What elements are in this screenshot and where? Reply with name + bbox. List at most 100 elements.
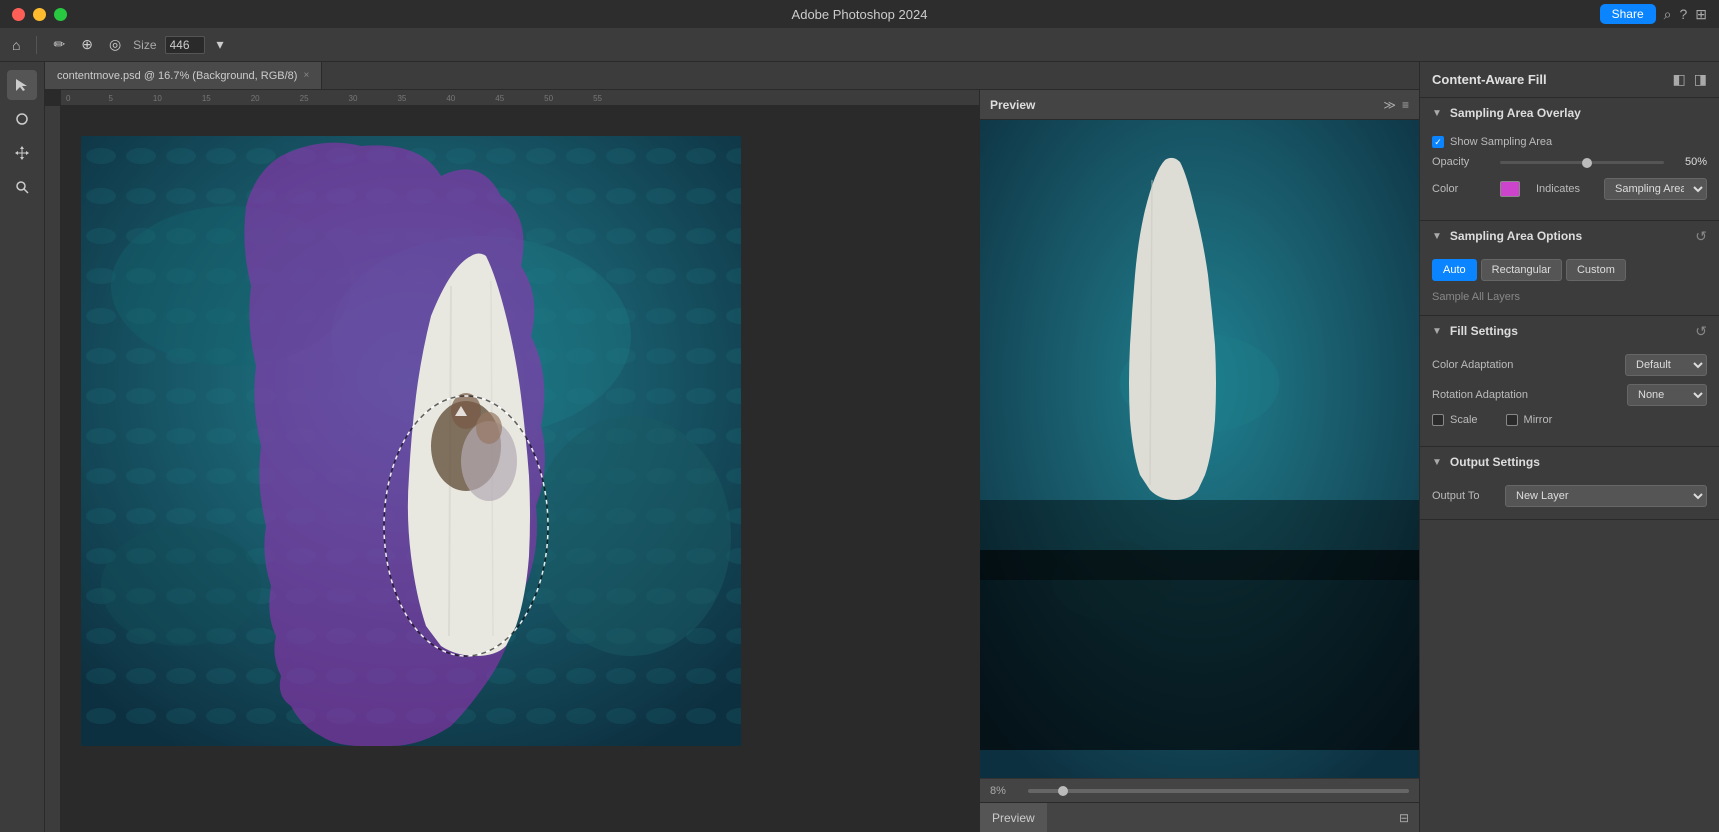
show-sampling-row: Show Sampling Area [1432,136,1707,148]
fill-settings-section: ▼ Fill Settings ↺ Color Adaptation Defau… [1420,316,1719,447]
rotation-adaptation-row: Rotation Adaptation None Low Medium High… [1432,384,1707,406]
sampling-options-chevron: ▼ [1432,231,1442,242]
opacity-slider[interactable] [1500,154,1664,170]
search-icon[interactable]: ⌕ [1664,6,1672,23]
titlebar-right: Share ⌕ ? ⊞ [1600,4,1707,24]
progress-label: 8% [990,785,1020,797]
home-button[interactable]: ⌂ [8,35,24,55]
preview-title: Preview [990,98,1035,112]
preset-tool[interactable]: ◎ [105,34,125,55]
sampling-overlay-chevron: ▼ [1432,108,1442,119]
ruler-top: 0 5 10 15 20 25 30 35 40 45 50 55 [61,90,979,106]
right-panel-controls: ◧ ◨ [1673,71,1707,88]
tab-bar: contentmove.psd @ 16.7% (Background, RGB… [45,62,1419,90]
color-swatch[interactable] [1500,181,1520,197]
panel-expand-icon[interactable]: ⊟ [1389,811,1419,825]
arrange-icon[interactable]: ⊞ [1695,6,1707,23]
canvas-content[interactable] [61,106,979,832]
right-panel: Content-Aware Fill ◧ ◨ ▼ Sampling Area O… [1419,62,1719,832]
toolbar-separator [36,36,37,54]
sample-all-layers-label: Sample All Layers [1432,291,1520,309]
preview-header-icons: ≫ ≡ [1383,98,1409,112]
output-settings-title: Output Settings [1450,455,1707,469]
mirror-checkbox[interactable] [1506,414,1518,426]
sampling-options-reset[interactable]: ↺ [1695,228,1707,245]
tab-filename: contentmove.psd @ 16.7% (Background, RGB… [57,70,297,82]
share-button[interactable]: Share [1600,4,1656,24]
opacity-label: Opacity [1432,156,1492,168]
sampling-method-group: Auto Rectangular Custom [1432,259,1707,281]
move-tool[interactable] [7,138,37,168]
color-row: Color Indicates Sampling Area [1432,178,1707,200]
output-to-dropdown[interactable]: New Layer Current Layer Duplicate Layer [1505,485,1707,507]
output-to-row: Output To New Layer Current Layer Duplic… [1432,485,1707,507]
progress-track[interactable] [1028,789,1409,793]
tab-close-button[interactable]: × [303,70,309,81]
rectangular-button[interactable]: Rectangular [1481,259,1562,281]
scale-label: Scale [1450,414,1478,426]
mirror-label: Mirror [1524,414,1553,426]
sampling-overlay-header[interactable]: ▼ Sampling Area Overlay [1420,98,1719,128]
titlebar: Adobe Photoshop 2024 Share ⌕ ? ⊞ [0,0,1719,28]
preview-header-left: Preview [990,98,1035,112]
canvas-area[interactable]: 0 5 10 15 20 25 30 35 40 45 50 55 [45,90,979,832]
selection-tool[interactable] [7,70,37,100]
sampling-options-title: Sampling Area Options [1450,229,1687,243]
help-icon[interactable]: ? [1679,6,1687,22]
sampling-options-header[interactable]: ▼ Sampling Area Options ↺ [1420,221,1719,251]
scale-checkbox[interactable] [1432,414,1444,426]
fill-settings-title: Fill Settings [1450,324,1687,338]
close-button[interactable] [12,8,25,21]
minimize-button[interactable] [33,8,46,21]
preview-panel: Preview ≫ ≡ [979,90,1419,832]
color-label: Color [1432,183,1492,195]
ruler-left [45,106,61,832]
left-tool-panel [0,62,45,832]
scale-row: Scale [1432,414,1478,426]
expand-icon[interactable]: ≫ [1383,98,1396,112]
document-tab[interactable]: contentmove.psd @ 16.7% (Background, RGB… [45,62,322,89]
indicates-dropdown[interactable]: Sampling Area [1604,178,1707,200]
brush-tool[interactable]: ✏ [49,34,69,55]
output-settings-chevron: ▼ [1432,457,1442,468]
color-adaptation-dropdown[interactable]: Default None High Very High [1625,354,1707,376]
sampling-overlay-section: ▼ Sampling Area Overlay Show Sampling Ar… [1420,98,1719,221]
fill-settings-chevron: ▼ [1432,326,1442,337]
output-settings-header[interactable]: ▼ Output Settings [1420,447,1719,477]
toolbar: ⌂ ✏ ⊕ ◎ Size ▾ [0,28,1719,62]
sampling-options-section: ▼ Sampling Area Options ↺ Auto Rectangul… [1420,221,1719,316]
size-dropdown[interactable]: ▾ [213,34,228,55]
size-input[interactable] [165,36,205,54]
rotation-adaptation-dropdown[interactable]: None Low Medium High Full [1627,384,1707,406]
maximize-button[interactable] [54,8,67,21]
panel-tabs: Preview ⊟ [980,802,1419,832]
mirror-row: Mirror [1506,414,1553,426]
add-tool[interactable]: ⊕ [77,34,97,55]
show-sampling-checkbox[interactable] [1432,136,1444,148]
opacity-track [1500,161,1664,164]
fill-settings-header[interactable]: ▼ Fill Settings ↺ [1420,316,1719,346]
fill-settings-content: Color Adaptation Default None High Very … [1420,346,1719,446]
preview-panel-header: Preview ≫ ≡ [980,90,1419,120]
progress-thumb[interactable] [1058,786,1068,796]
right-panel-close-icon[interactable]: ◨ [1694,71,1707,88]
opacity-value: 50% [1672,156,1707,168]
right-panel-title: Content-Aware Fill [1432,72,1547,87]
output-settings-section: ▼ Output Settings Output To New Layer Cu… [1420,447,1719,520]
app-title: Adobe Photoshop 2024 [792,7,928,22]
lasso-tool[interactable] [7,104,37,134]
tab-preview-button[interactable]: Preview [980,803,1047,832]
main-area: contentmove.psd @ 16.7% (Background, RGB… [0,62,1719,832]
rotation-adaptation-label: Rotation Adaptation [1432,389,1619,401]
show-sampling-label: Show Sampling Area [1450,136,1552,148]
zoom-tool[interactable] [7,172,37,202]
opacity-thumb[interactable] [1582,158,1592,168]
fill-settings-reset[interactable]: ↺ [1695,323,1707,340]
custom-button[interactable]: Custom [1566,259,1626,281]
auto-button[interactable]: Auto [1432,259,1477,281]
window-controls[interactable] [12,8,67,21]
left-panel-icon[interactable]: ◧ [1673,71,1686,88]
menu-icon[interactable]: ≡ [1402,98,1409,112]
preview-image [980,120,1419,778]
canvas-and-preview: 0 5 10 15 20 25 30 35 40 45 50 55 [45,90,1419,832]
